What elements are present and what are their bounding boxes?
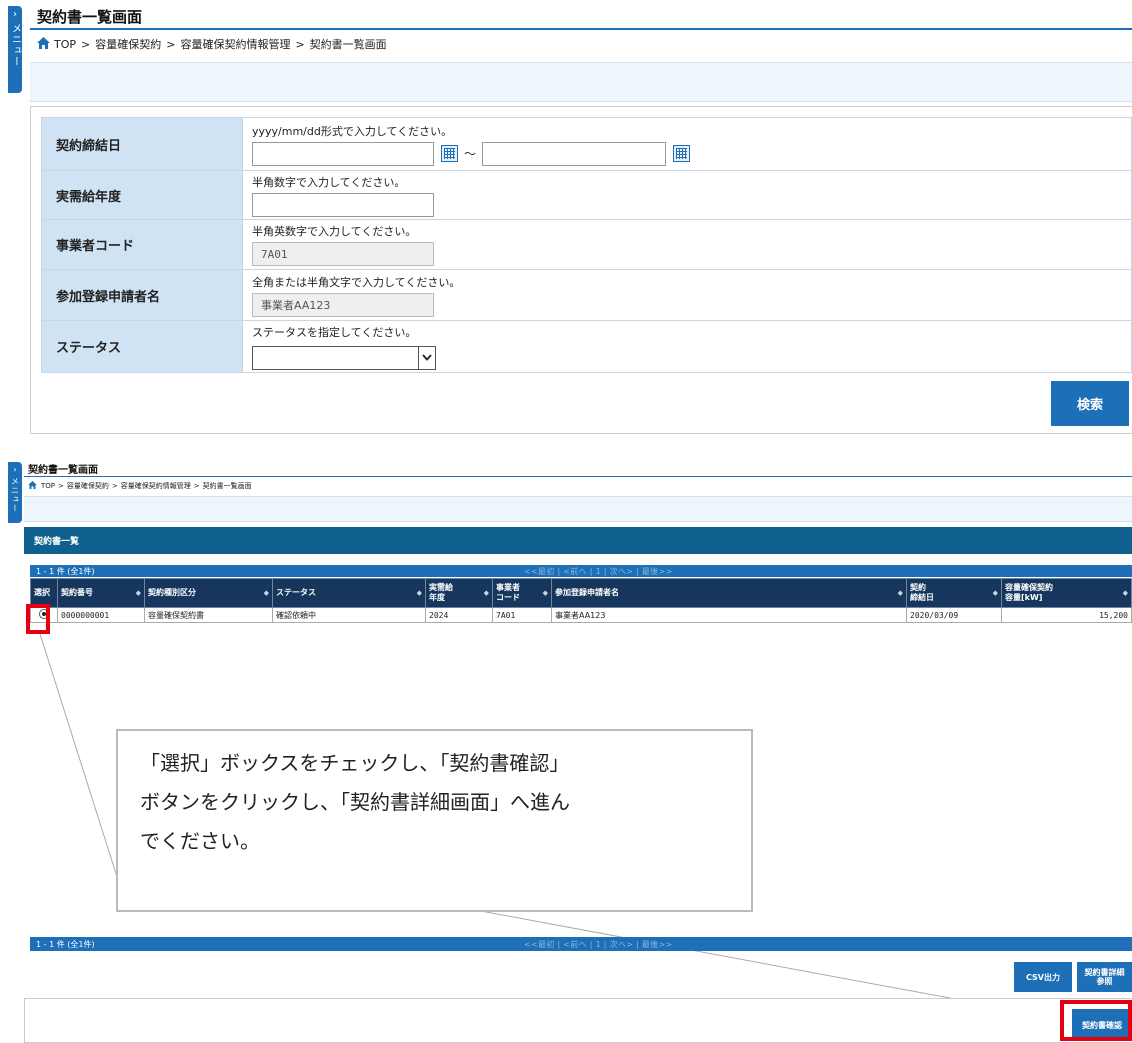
callout-line: 「選択」ボックスをチェックし、「契約書確認」 <box>140 751 570 775</box>
instruction-callout: 「選択」ボックスをチェックし、「契約書確認」 ボタンをクリックし、「契約書詳細画… <box>116 729 753 912</box>
callout-line: でください。 <box>140 829 260 853</box>
callout-line: ボタンをクリックし、「契約書詳細画面」へ進ん <box>140 790 570 814</box>
pagination-nav[interactable]: <<最初 | <前へ | 1 | 次へ> | 最後>> <box>524 939 673 950</box>
action-panel <box>24 998 1132 1043</box>
contract-detail-button[interactable]: 契約書詳細 参照 <box>1077 962 1132 992</box>
result-count: 1 - 1 件 (全1件) <box>36 939 95 949</box>
highlight-confirm <box>1060 1000 1132 1041</box>
csv-export-button[interactable]: CSV出力 <box>1014 962 1072 992</box>
pager-bottom: 1 - 1 件 (全1件) <<最初 | <前へ | 1 | 次へ> | 最後>… <box>30 937 1132 951</box>
